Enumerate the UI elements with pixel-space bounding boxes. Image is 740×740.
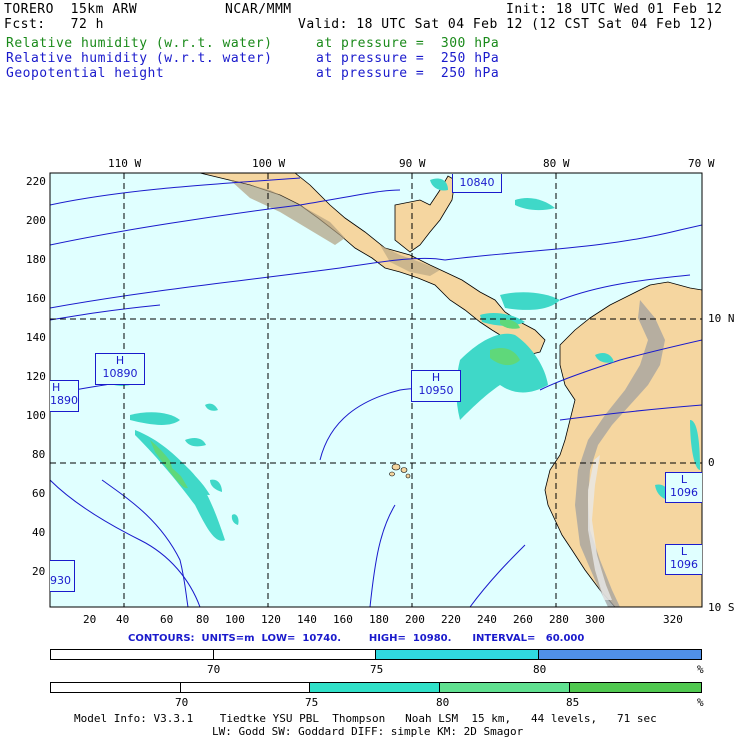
high-box: H 10950 [411, 370, 461, 402]
y-label: 220 [26, 175, 46, 188]
legend2-unit: % [697, 696, 704, 709]
high-box: H 10890 [95, 353, 145, 385]
legend2-tick: 80 [436, 696, 450, 709]
legend2-tick: 75 [305, 696, 319, 709]
y-label: 80 [32, 448, 46, 461]
lon-label-70w: 70 W [688, 157, 715, 170]
high-letter: H [431, 371, 441, 384]
legend-swatch [51, 683, 181, 692]
y-label: 160 [26, 292, 46, 305]
low-letter: L [680, 473, 688, 486]
y-label: 200 [26, 214, 46, 227]
high-box: H 1890 [50, 380, 79, 412]
y-label: 140 [26, 331, 46, 344]
legend-swatch [180, 683, 311, 692]
lat-label-0: 0 [708, 456, 715, 469]
legend-bar-rh250 [50, 649, 702, 660]
y-label: 100 [26, 409, 46, 422]
low-box: L 1096 [665, 472, 702, 503]
lon-label-110w: 110 W [108, 157, 142, 170]
legend-swatch [570, 683, 702, 692]
x-label: 280 [549, 613, 569, 626]
lon-label-90w: 90 W [399, 157, 426, 170]
x-label: 260 [513, 613, 533, 626]
high-value: 10890 [102, 367, 138, 380]
legend1-tick: 80 [533, 663, 547, 676]
high-value: 10950 [418, 384, 454, 397]
x-label: 140 [297, 613, 317, 626]
weather-map [49, 172, 703, 608]
x-label: 300 [585, 613, 605, 626]
x-label: 40 [116, 613, 130, 626]
high-letter: H [52, 381, 61, 394]
legend2-tick: 85 [566, 696, 580, 709]
lon-label-100w: 100 W [252, 157, 286, 170]
y-label: 20 [32, 565, 46, 578]
lon-label-80w: 80 W [543, 157, 570, 170]
legend1-tick: 70 [207, 663, 221, 676]
model-info-line2: LW: Godd SW: Goddard DIFF: simple KM: 2D… [212, 725, 524, 738]
low-value: 1096 [670, 558, 698, 571]
high-value: 1890 [50, 394, 78, 407]
legend1-tick: 75 [370, 663, 384, 676]
x-label: 80 [196, 613, 210, 626]
lat-label-10n: 10 N [708, 312, 735, 325]
legend-bar-rh300 [50, 682, 702, 693]
contour-value: 10840 [459, 176, 495, 189]
x-label: 240 [477, 613, 497, 626]
contours-info: CONTOURS: UNITS=m LOW= 10740. HIGH= 1098… [128, 633, 585, 644]
legend-swatch [213, 650, 376, 659]
legend-swatch [310, 683, 440, 692]
model-info-line1: Model Info: V3.3.1 Tiedtke YSU PBL Thomp… [74, 712, 657, 725]
lat-label-10s: 10 S [708, 601, 735, 614]
low-letter: L [680, 545, 688, 558]
edge-label-box: 930 [50, 560, 75, 592]
low-value: 1096 [670, 486, 698, 499]
x-label: 320 [663, 613, 683, 626]
legend-swatch [439, 683, 571, 692]
x-label: 220 [441, 613, 461, 626]
contour-label-box: 10840 [452, 174, 502, 193]
y-label: 120 [26, 370, 46, 383]
y-label: 60 [32, 487, 46, 500]
legend-swatch [538, 650, 701, 659]
high-letter: H [115, 354, 125, 367]
legend1-unit: % [697, 663, 704, 676]
x-label: 120 [261, 613, 281, 626]
legend2-tick: 70 [175, 696, 189, 709]
x-label: 100 [225, 613, 245, 626]
x-label: 180 [369, 613, 389, 626]
x-label: 20 [83, 613, 97, 626]
y-label: 40 [32, 526, 46, 539]
legend-swatch [376, 650, 539, 659]
legend-swatch [51, 650, 214, 659]
y-label: 180 [26, 253, 46, 266]
x-label: 60 [160, 613, 174, 626]
x-label: 160 [333, 613, 353, 626]
low-box: L 1096 [665, 544, 702, 575]
x-label: 200 [405, 613, 425, 626]
edge-label-value: 930 [50, 574, 71, 587]
